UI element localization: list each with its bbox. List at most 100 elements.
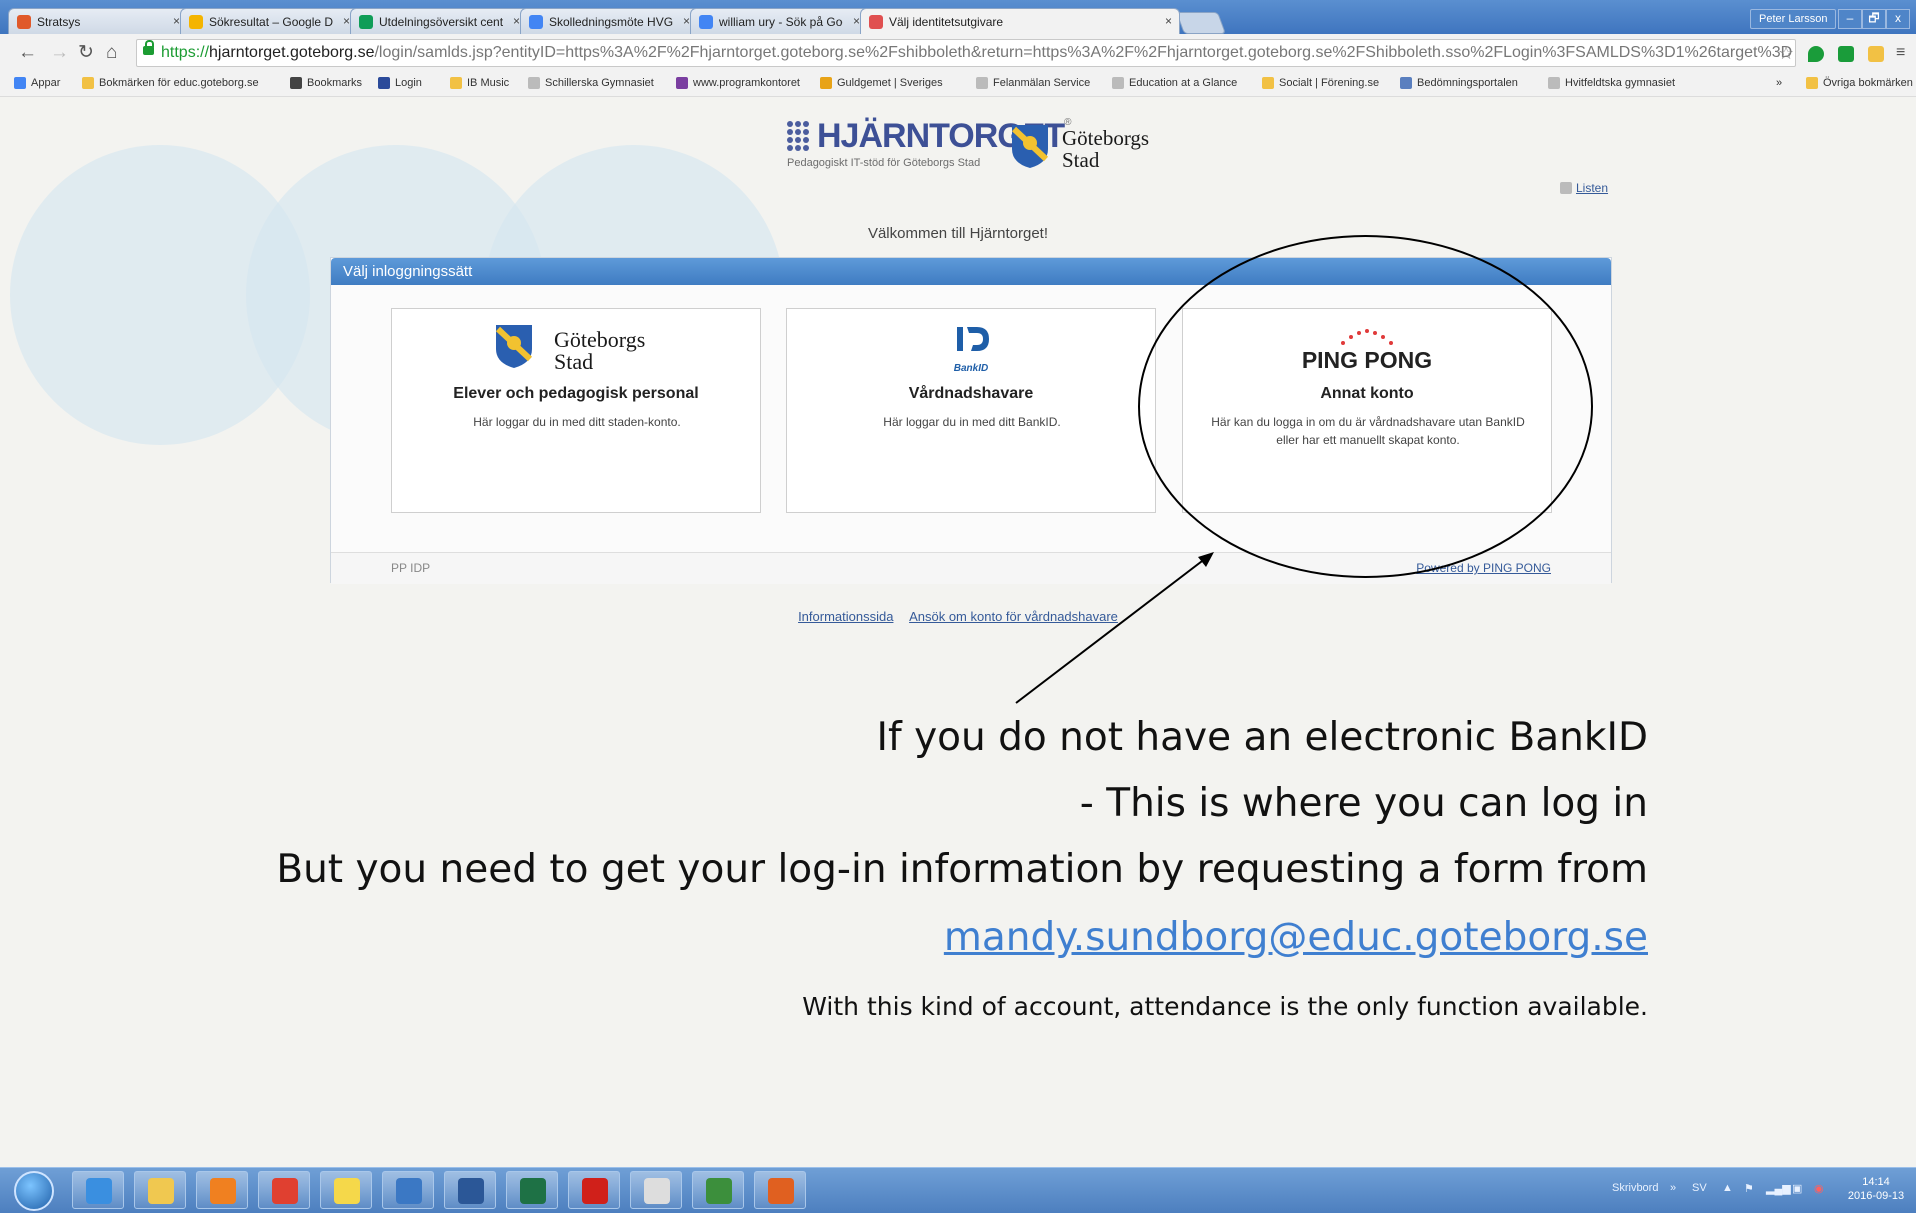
browser-toolbar: ← → ↻ ⌂ https://hjarntorget.goteborg.se/…	[0, 34, 1916, 73]
bookmark-label: Bookmarks	[307, 77, 363, 89]
taskbar-app-media-player[interactable]	[196, 1171, 248, 1209]
word-icon	[458, 1178, 484, 1204]
taskbar-app-acrobat[interactable]	[568, 1171, 620, 1209]
bookmarks-bar: Appar Bokmärken för educ.goteborg.se Bookm…	[0, 72, 1916, 97]
bookmark-item[interactable]: Bokmärken för educ.goteborg.se	[82, 77, 259, 89]
tab-label: Sökresultat – Google Driv	[209, 14, 333, 29]
system-clock[interactable]: 14:14 2016-09-13	[1846, 1175, 1906, 1203]
extension-sheet-icon[interactable]	[1838, 46, 1854, 62]
taskbar-app-presentation[interactable]	[754, 1171, 806, 1209]
volume-muted-icon[interactable]: ◉	[1814, 1182, 1824, 1195]
media-player-icon	[210, 1178, 236, 1204]
file-explorer-icon	[148, 1178, 174, 1204]
tab-label: Välj identitetsutgivare	[889, 14, 1004, 29]
tab-close-icon[interactable]: ×	[343, 14, 350, 28]
start-button[interactable]	[14, 1171, 54, 1211]
bookmark-item[interactable]: IB Music	[450, 77, 509, 89]
bookmark-icon	[528, 77, 540, 89]
browser-tab[interactable]: william ury - Sök på Goog ×	[690, 8, 868, 34]
network-icon[interactable]: ▂▄▆	[1766, 1182, 1791, 1195]
menu-icon[interactable]: ≡	[1896, 43, 1905, 63]
bookmark-label: www.programkontoret	[693, 77, 800, 89]
bookmark-item[interactable]: www.programkontoret	[676, 77, 800, 89]
browser-tab[interactable]: Skolledningsmöte HVG 2(×	[520, 8, 698, 34]
bookmark-label: Appar	[31, 77, 61, 89]
new-tab-button[interactable]	[1175, 12, 1227, 34]
power-icon[interactable]: ▣	[1792, 1182, 1802, 1195]
bookmark-icon	[290, 77, 302, 89]
contact-email-link[interactable]: mandy.sundborg@educ.goteborg.se	[944, 915, 1648, 960]
taskbar-app-excel[interactable]	[506, 1171, 558, 1209]
browser-tab[interactable]: Utdelningsöversikt centru ×	[350, 8, 528, 34]
annotation-line-2: - This is where you can log in	[1079, 781, 1648, 826]
bookmark-label: IB Music	[467, 77, 510, 89]
taskbar-app-tree-app[interactable]	[692, 1171, 744, 1209]
forward-icon[interactable]: →	[50, 43, 69, 63]
language-indicator[interactable]: SV	[1692, 1182, 1707, 1194]
address-bar[interactable]: https://hjarntorget.goteborg.se/login/sa…	[136, 39, 1796, 67]
browser-tab[interactable]: Stratsys ×	[8, 8, 188, 34]
bookmark-item[interactable]: Felanmälan Service	[976, 77, 1090, 89]
tab-close-icon[interactable]: ×	[173, 14, 180, 28]
taskbar-app-sketch-tool[interactable]	[630, 1171, 682, 1209]
restore-button[interactable]: 🗗	[1862, 9, 1886, 29]
bookmark-item[interactable]: Guldgemet | Sveriges	[820, 77, 943, 89]
tab-close-icon[interactable]: ×	[683, 14, 690, 28]
bookmark-label: Socialt | Förening.se	[1279, 77, 1380, 89]
bookmark-item[interactable]: Övriga bokmärken	[1806, 77, 1913, 89]
tray-overflow-icon[interactable]: »	[1670, 1182, 1676, 1194]
tab-favicon-icon	[189, 14, 203, 29]
minimize-button[interactable]: –	[1838, 9, 1862, 29]
annotation-note: With this kind of account, attendance is…	[802, 992, 1648, 1021]
annotation-line-3: But you need to get your log-in informat…	[276, 847, 1648, 892]
title-bar: Stratsys × Sökresultat – Google Driv × Utdel…	[0, 0, 1916, 34]
taskbar-app-people[interactable]	[382, 1171, 434, 1209]
extension-aw-icon[interactable]	[1868, 46, 1884, 62]
url-path: /login/samlds.jsp?entityID=https%3A%2F%2…	[374, 44, 1793, 61]
bookmark-icon	[1548, 77, 1560, 89]
bookmark-label: Bedömningsportalen	[1417, 77, 1518, 89]
desktop-toolbar-label[interactable]: Skrivbord	[1612, 1182, 1658, 1194]
tab-label: Utdelningsöversikt centru	[379, 14, 503, 29]
reload-icon[interactable]: ↻	[78, 43, 94, 63]
taskbar-app-chrome[interactable]	[258, 1171, 310, 1209]
bookmark-item[interactable]: Bookmarks	[290, 77, 362, 89]
tab-close-icon[interactable]: ×	[1165, 14, 1172, 28]
bookmark-item[interactable]: Schillerska Gymnasiet	[528, 77, 654, 89]
bookmark-item[interactable]: Socialt | Förening.se	[1262, 77, 1379, 89]
close-window-button[interactable]: x	[1886, 9, 1910, 29]
bookmark-label: Education at a Glance	[1129, 77, 1238, 89]
bookmark-icon	[1400, 77, 1412, 89]
action-center-flag-icon[interactable]: ⚑	[1744, 1182, 1754, 1195]
bookmark-label: Hvitfeldtska gymnasiet	[1565, 77, 1676, 89]
home-icon[interactable]: ⌂	[106, 43, 117, 63]
bookmark-label: Login	[395, 77, 422, 89]
internet-explorer-icon	[86, 1178, 112, 1204]
browser-tab[interactable]: Välj identitetsutgivare ×	[860, 8, 1180, 34]
browser-tab[interactable]: Sökresultat – Google Driv ×	[180, 8, 358, 34]
bookmarks-overflow-icon[interactable]: »	[1776, 77, 1782, 89]
show-hidden-icons[interactable]: ▲	[1722, 1182, 1733, 1194]
profile-button[interactable]: Peter Larsson	[1750, 9, 1837, 29]
bookmark-item[interactable]: Education at a Glance	[1112, 77, 1237, 89]
tab-favicon-icon	[869, 14, 883, 29]
sticky-notes-icon	[334, 1178, 360, 1204]
sketch-tool-icon	[644, 1178, 670, 1204]
bookmark-star-icon[interactable]: ☆	[1778, 43, 1794, 64]
taskbar-app-word[interactable]	[444, 1171, 496, 1209]
taskbar-app-internet-explorer[interactable]	[72, 1171, 124, 1209]
bookmark-item[interactable]: Login	[378, 77, 422, 89]
tab-close-icon[interactable]: ×	[853, 14, 860, 28]
tab-close-icon[interactable]: ×	[513, 14, 520, 28]
extension-pin-icon[interactable]	[1808, 46, 1824, 62]
bookmark-item[interactable]: Bedömningsportalen	[1400, 77, 1518, 89]
taskbar-app-sticky-notes[interactable]	[320, 1171, 372, 1209]
back-icon[interactable]: ←	[18, 43, 37, 63]
taskbar-app-file-explorer[interactable]	[134, 1171, 186, 1209]
tab-favicon-icon	[699, 14, 713, 29]
web-page: HJÄRNTORGET® Pedagogiskt IT-stöd för Göt…	[0, 97, 1916, 1167]
bookmark-item[interactable]: Appar	[14, 77, 60, 89]
tab-favicon-icon	[359, 14, 373, 29]
bookmark-icon	[14, 77, 26, 89]
bookmark-item[interactable]: Hvitfeldtska gymnasiet	[1548, 77, 1675, 89]
